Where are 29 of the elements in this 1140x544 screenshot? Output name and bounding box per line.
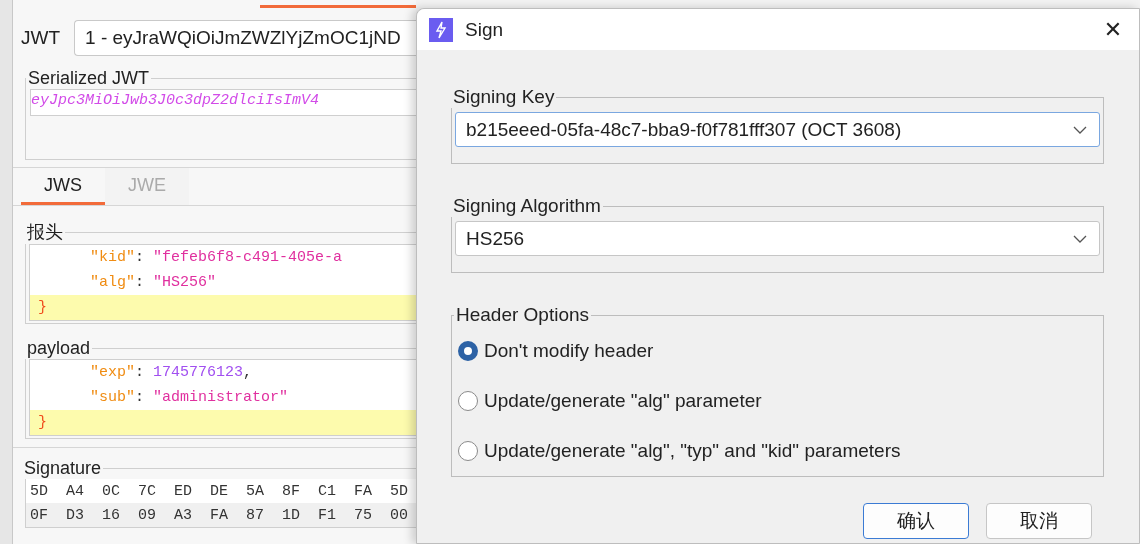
code-editor[interactable]: "kid": "fefeb6f8-c491-405e-a "alg": "HS256" }: [29, 244, 416, 321]
group-title: Signing Algorithm: [452, 195, 602, 217]
hex-row: 5D A4 0C 7C ED DE 5A 8F C1 FA 5D: [26, 479, 416, 503]
hex-row: 0F D3 16 09 A3 FA 87 1D F1 75 00: [26, 503, 416, 527]
group-title: Header Options: [455, 304, 591, 326]
code-editor[interactable]: "exp": 1745776123, "sub": "administrator" }: [29, 359, 416, 436]
chevron-down-icon: [1073, 234, 1087, 243]
dialog-button[interactable]: 确认: [863, 503, 969, 539]
section-title: 报头: [26, 221, 64, 244]
chevron-down-icon: [1073, 125, 1087, 134]
group-title: Signing Key: [452, 86, 556, 108]
group-title: Serialized JWT: [27, 68, 151, 89]
radio-icon[interactable]: [458, 441, 478, 461]
dialog-title: Sign: [465, 18, 505, 41]
jwt-selector[interactable]: 1 - eyJraWQiOiJmZWZlYjZmOC1jND: [74, 20, 416, 56]
serialized-jwt-field[interactable]: eyJpc3MiOiJwb3J0c3dpZ2dlciIsImV4: [30, 89, 416, 116]
section-title: Signature: [23, 458, 103, 479]
dialog-button[interactable]: 取消: [986, 503, 1092, 539]
section-title: payload: [26, 338, 92, 359]
dropdown[interactable]: b215eeed-05fa-48c7-bba9-f0f781fff307 (OCT 3608): [455, 112, 1100, 147]
dropdown[interactable]: HS256: [455, 221, 1100, 256]
radio-option[interactable]: Don't modify header: [458, 326, 1097, 376]
close-button[interactable]: ✕: [1087, 9, 1139, 50]
jwt-label: JWT: [21, 27, 61, 49]
radio-icon[interactable]: [458, 341, 478, 361]
lightning-icon: [429, 17, 453, 42]
radio-option[interactable]: Update/generate "alg", "typ" and "kid" parameters: [458, 426, 1097, 476]
radio-option[interactable]: Update/generate "alg" parameter: [458, 376, 1097, 426]
radio-icon[interactable]: [458, 391, 478, 411]
